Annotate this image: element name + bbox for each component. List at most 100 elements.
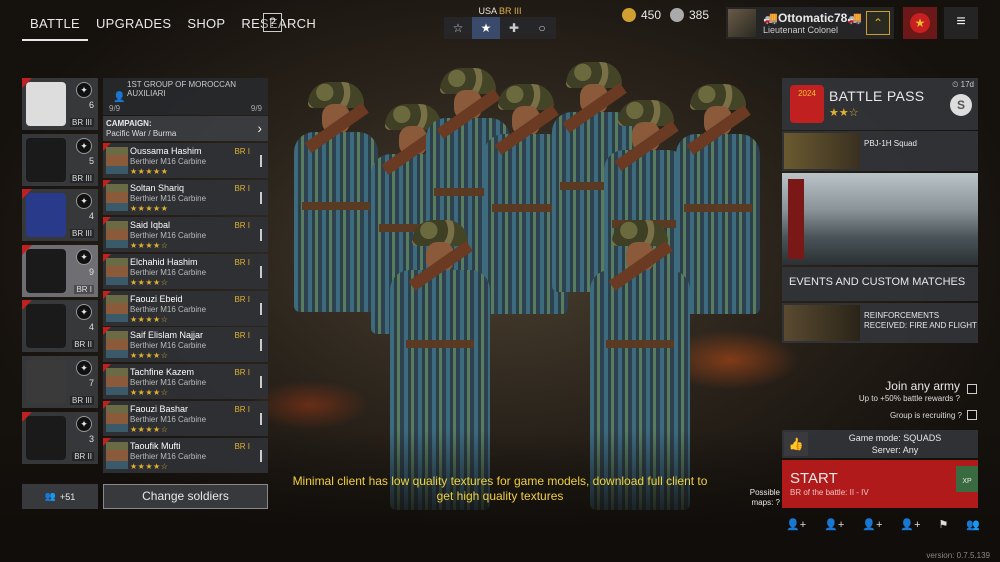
army-star-button[interactable]: ★ xyxy=(903,7,937,39)
possible-maps-label[interactable]: Possible maps: ? xyxy=(742,488,780,508)
campaign-tabs: ☆ ★ ✚ ○ xyxy=(444,17,556,39)
vehicle-icon: ✦ xyxy=(76,304,92,321)
squad-count: 4 xyxy=(88,211,94,222)
squad-size-right: 9/9 xyxy=(250,104,262,113)
soldier-stars: ★★★★☆ xyxy=(130,240,169,250)
star-icon: ★ xyxy=(910,13,930,33)
add-player-icon[interactable]: 👤+ xyxy=(862,518,882,531)
soldier-name: Tachfine Kazem xyxy=(130,367,195,378)
rifle-icon: ✦ xyxy=(76,248,92,265)
change-soldiers-button[interactable]: Change soldiers xyxy=(103,484,268,509)
pbj-title: PBJ-1H Squad xyxy=(864,139,917,148)
people-icon: 👤 xyxy=(113,92,126,103)
soldier-weapon: Berthier M16 Carbine xyxy=(130,304,207,314)
squad-item-selected[interactable]: ✦ 9 BR I xyxy=(22,244,98,297)
event-image[interactable] xyxy=(782,173,978,265)
player-profile[interactable]: 🚚Ottomatic78🚚 Lieutenant Colonel ⌃ xyxy=(726,7,894,39)
soldier-br: BR I xyxy=(234,405,250,415)
menu-button[interactable]: ≡ xyxy=(944,7,978,39)
campaign-selector[interactable]: CAMPAIGN: Pacific War / Burma › xyxy=(103,116,268,141)
rifle-icon: ✦ xyxy=(76,193,92,210)
squad-item[interactable]: ✦ 4 BR III xyxy=(22,189,98,242)
cross-icon[interactable]: ✚ xyxy=(500,17,528,39)
xp-boost-icon[interactable]: XP xyxy=(956,466,978,492)
soldier-portrait xyxy=(106,183,128,211)
soldier-portrait xyxy=(106,257,128,285)
squad-item[interactable]: ✦ 6 BR III xyxy=(22,78,98,130)
soldier-row[interactable]: Faouzi Ebeid Berthier M16 Carbine ★★★★☆ … xyxy=(103,290,268,326)
squad-emblem-icon xyxy=(26,248,66,293)
soldier-row[interactable]: Saif Elislam Najjar Berthier M16 Carbine… xyxy=(103,327,268,363)
battle-pass-panel[interactable]: 2024 BATTLE PASS ★★☆ ⏲ 17d S xyxy=(782,78,978,130)
squad-item[interactable]: ✦ 4 BR II xyxy=(22,300,98,353)
squad-item[interactable]: ✦ 5 BR III xyxy=(22,133,98,186)
add-player-icon[interactable]: 👤+ xyxy=(786,518,806,531)
squad-br: BR III xyxy=(69,395,94,405)
help-icon: ? xyxy=(957,411,962,420)
gold-amount: 450 xyxy=(641,8,662,22)
help-icon: ? xyxy=(775,498,780,507)
player-name: 🚚Ottomatic78🚚 xyxy=(763,11,863,25)
silver-currency[interactable]: 385 xyxy=(670,7,709,23)
add-player-icon[interactable]: 👤+ xyxy=(824,518,844,531)
squad-emblem-icon xyxy=(26,304,66,349)
squad-item[interactable]: ✦ 3 BR II xyxy=(22,411,98,464)
fist-icon: ✦ xyxy=(76,415,92,432)
soldier-row[interactable]: Taoufik Mufti Berthier M16 Carbine ★★★★☆… xyxy=(103,438,268,474)
reinforcements-offer[interactable]: REINFORCEMENTS RECEIVED: FIRE AND FLIGHT xyxy=(782,303,978,343)
squad-count: 5 xyxy=(88,155,94,166)
silver-amount: 385 xyxy=(689,8,710,22)
squad-item[interactable]: ✦ 7 BR III xyxy=(22,355,98,408)
rifle-icon: ✦ xyxy=(76,137,92,154)
squad-count: 9 xyxy=(88,266,94,277)
soldier-row[interactable]: Oussama Hashim Berthier M16 Carbine ★★★★… xyxy=(103,143,268,178)
start-label: START xyxy=(790,470,838,487)
server: Server: Any xyxy=(871,445,919,455)
help-button[interactable]: ? xyxy=(263,13,282,32)
soldier-row[interactable]: Elchahid Hashim Berthier M16 Carbine ★★★… xyxy=(103,253,268,289)
soldier-br: BR I xyxy=(234,368,250,378)
silver-coin-icon xyxy=(670,8,684,22)
flag-icon[interactable]: ⚑ xyxy=(939,518,949,531)
add-player-icon[interactable]: 👤+ xyxy=(900,518,920,531)
soldier-br: BR I xyxy=(234,147,250,156)
tab-shop[interactable]: SHOP xyxy=(179,10,233,41)
tab-upgrades[interactable]: UPGRADES xyxy=(88,10,179,41)
soldier-stars: ★★★★☆ xyxy=(130,277,169,287)
pbj-squad-offer[interactable]: PBJ-1H Squad xyxy=(782,131,978,171)
star-outline-icon[interactable]: ☆ xyxy=(444,17,472,39)
soldier-weapon: Berthier M16 Carbine xyxy=(130,193,207,203)
soldier-stars: ★★★★☆ xyxy=(130,314,169,324)
gold-coin-icon xyxy=(622,8,636,22)
soldier-portrait xyxy=(106,147,128,174)
squad-br: BR III xyxy=(69,173,94,183)
soldier-row[interactable]: Faouzi Bashar Berthier M16 Carbine ★★★★☆… xyxy=(103,401,268,437)
soldier-br: BR I xyxy=(234,257,250,267)
events-button[interactable]: EVENTS AND CUSTOM MATCHES xyxy=(782,267,978,301)
start-button[interactable]: START BR of the battle: II - IV XP xyxy=(782,460,978,508)
join-any-army-checkbox[interactable] xyxy=(967,384,977,394)
rank-chevron-icon: ⌃ xyxy=(866,11,890,35)
battle-pass-timer: ⏲ 17d xyxy=(952,80,974,89)
soldier-row[interactable]: Tachfine Kazem Berthier M16 Carbine ★★★★… xyxy=(103,364,268,400)
soldier-portrait xyxy=(106,294,128,322)
soldier-row[interactable]: Said Iqbal Berthier M16 Carbine ★★★★☆ BR… xyxy=(103,216,268,252)
fire-glow xyxy=(250,380,370,430)
squad-emblem-icon xyxy=(26,359,66,404)
thumbs-up-icon: 👍 xyxy=(784,432,808,456)
group-icon[interactable]: 👥 xyxy=(966,518,980,531)
gold-currency[interactable]: 450 xyxy=(622,7,661,23)
circle-icon[interactable]: ○ xyxy=(528,17,556,39)
game-mode-selector[interactable]: 👍 Game mode: SQUADS Server: Any xyxy=(782,430,978,458)
tab-battle[interactable]: BATTLE xyxy=(22,10,88,41)
soldier-row[interactable]: Soltan Shariq Berthier M16 Carbine ★★★★★… xyxy=(103,179,268,215)
usa-star-icon[interactable]: ★ xyxy=(472,17,500,39)
battle-pass-badge: 2024 xyxy=(790,85,824,123)
squad-list: ✦ 6 BR III ✦ 5 BR III ✦ 4 BR III ✦ 9 BR … xyxy=(22,78,98,467)
reserve-button[interactable]: 👥 +51 xyxy=(22,484,98,509)
soldier-br: BR I xyxy=(234,331,250,341)
soldier-stars: ★★★★☆ xyxy=(130,462,169,472)
people-group-icon: 👥 xyxy=(44,491,56,501)
recruiting-checkbox[interactable] xyxy=(967,410,977,420)
soldier-stars: ★★★★★ xyxy=(130,203,169,213)
